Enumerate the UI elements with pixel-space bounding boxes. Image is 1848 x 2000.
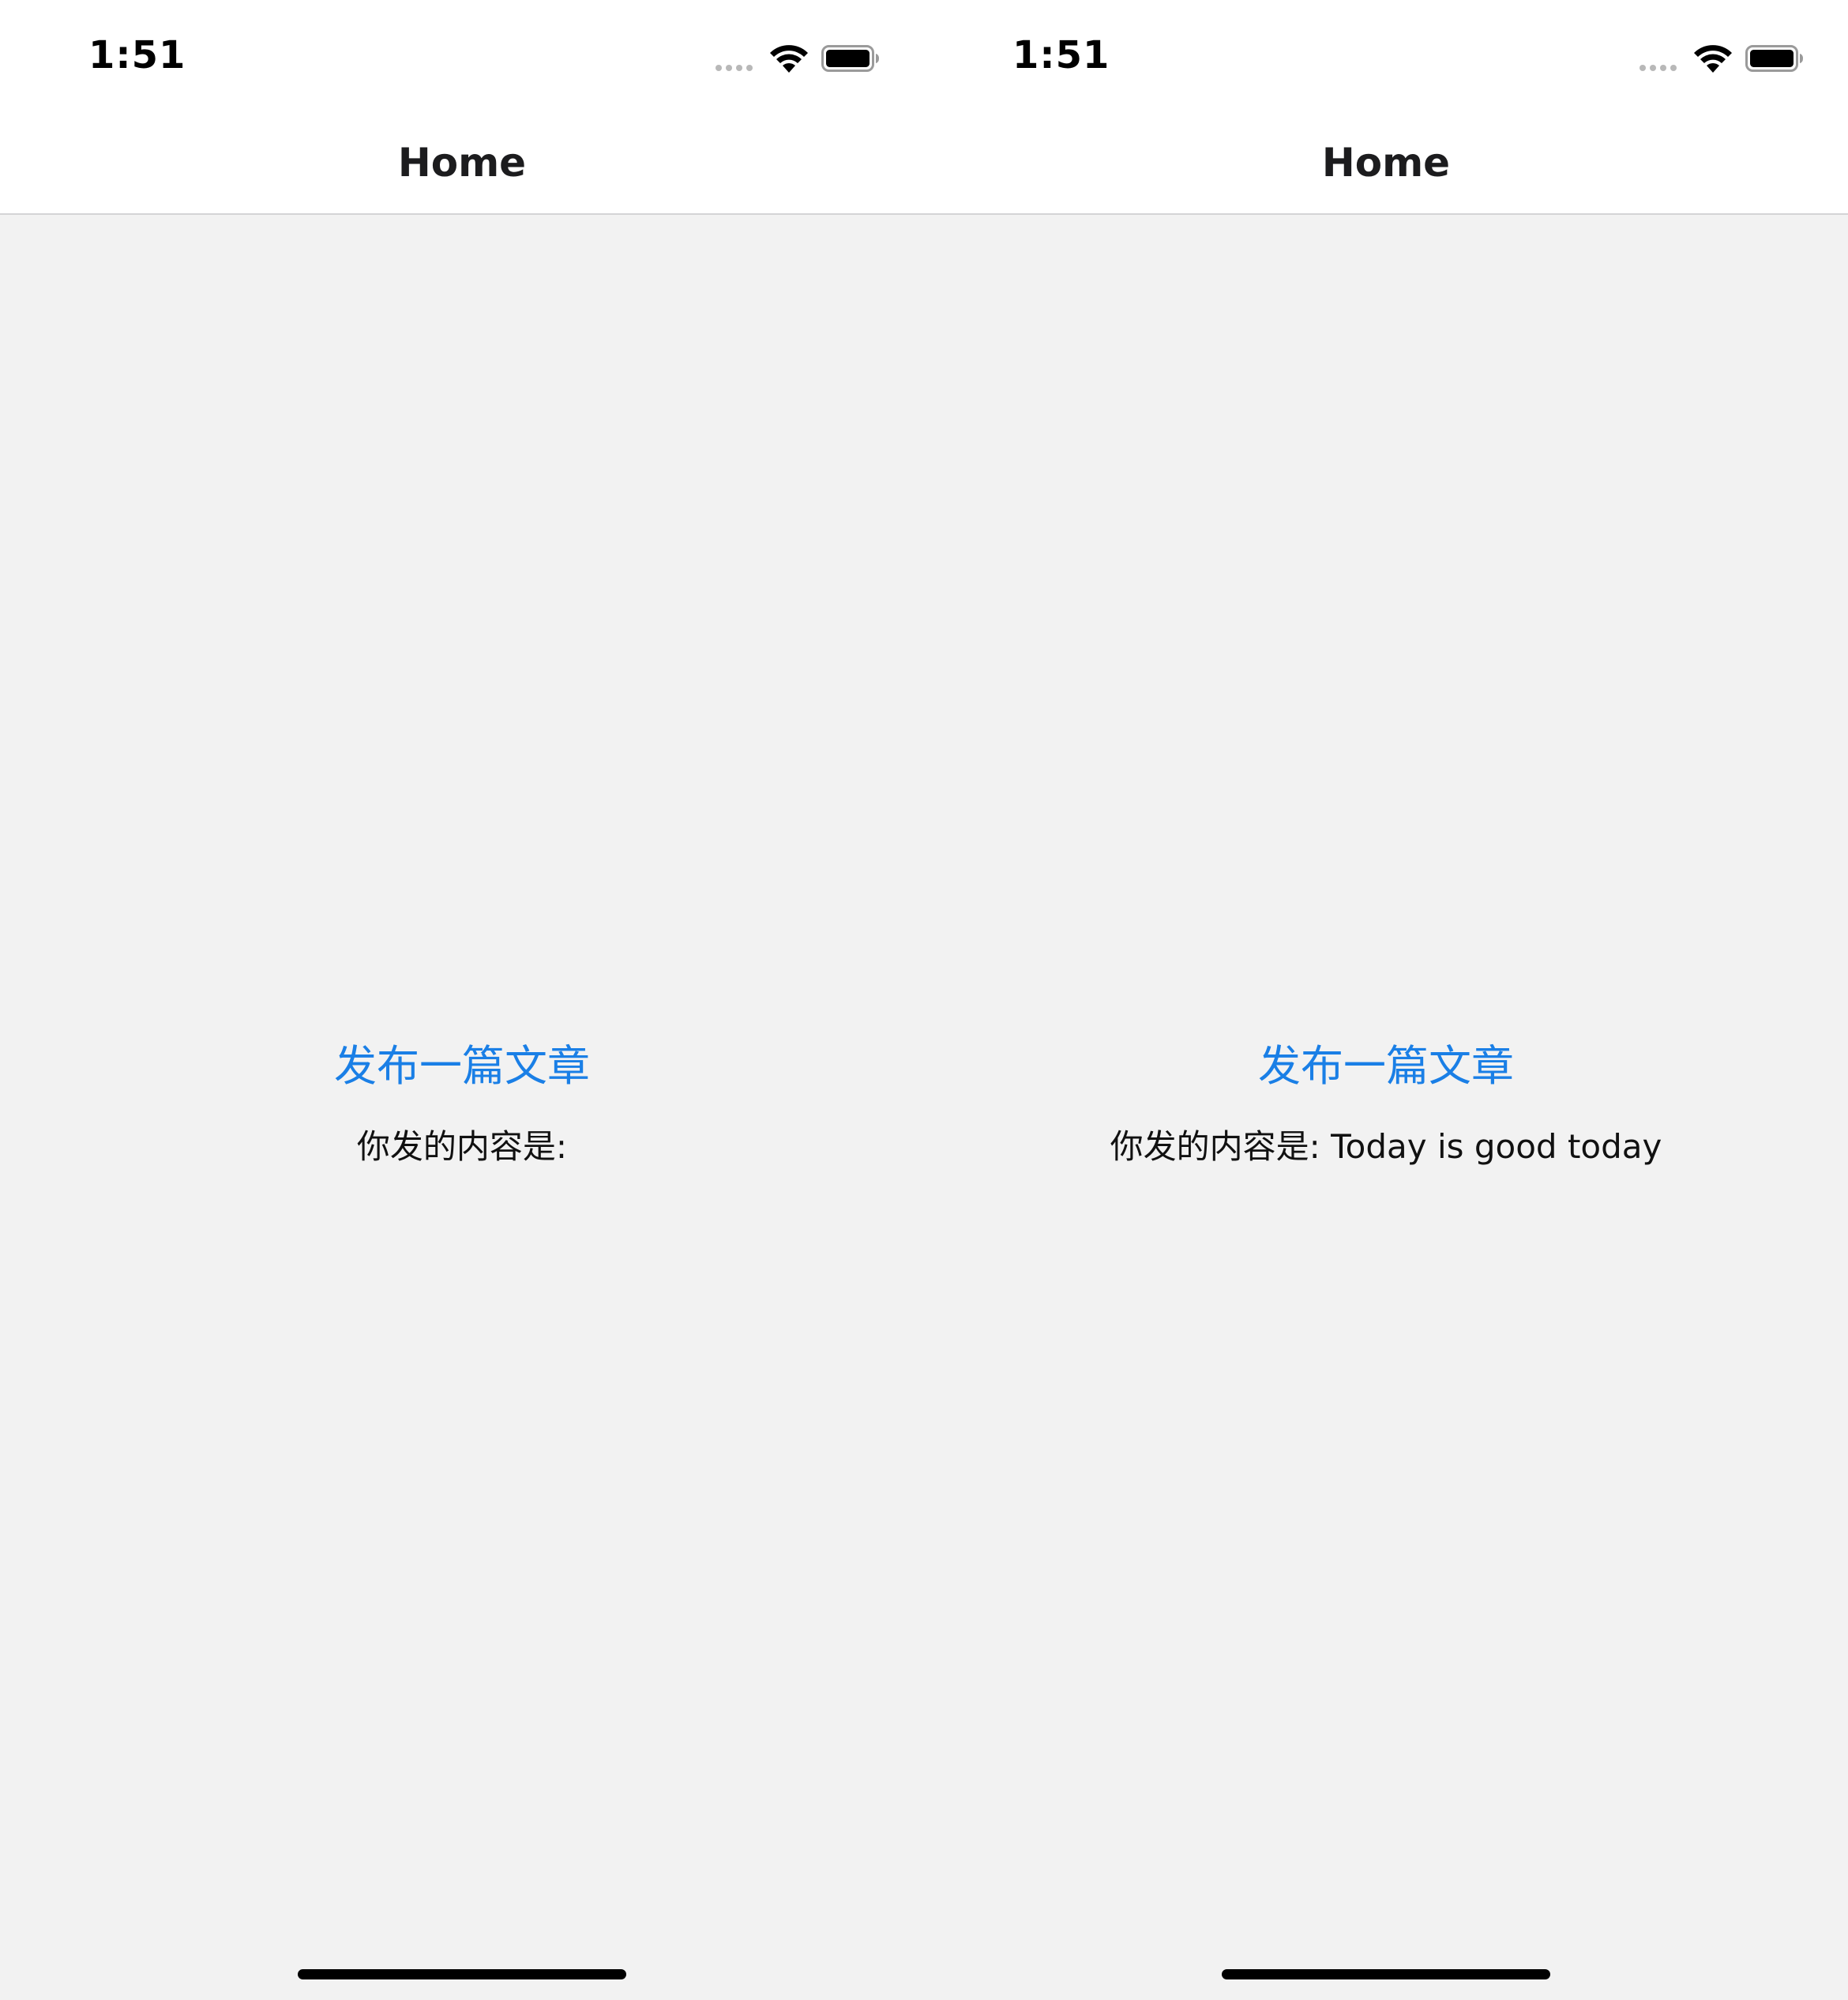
content-value: Today is good today xyxy=(1331,1127,1662,1166)
publish-article-button[interactable]: 发布一篇文章 xyxy=(0,1041,924,1092)
home-indicator[interactable] xyxy=(298,1969,626,1979)
page-title: Home xyxy=(1321,140,1451,186)
status-bar-time: 1:51 xyxy=(88,33,186,77)
navigation-header: 1:51 Home xyxy=(0,0,924,215)
phone-screen-after: 1:51 Home 发布一篇文章 你发的内容是: Today is good t… xyxy=(924,0,1848,2000)
content-label: 你发的内容是: xyxy=(1110,1127,1320,1166)
screens-container: 1:51 Home 发布一篇文章 你发的内容是: 1:51 Home 发布一篇文… xyxy=(0,0,1848,2000)
status-bar-time: 1:51 xyxy=(1012,33,1110,77)
wifi-icon xyxy=(1694,45,1732,73)
published-content-text: 你发的内容是: xyxy=(0,1126,924,1167)
wifi-icon xyxy=(770,45,808,73)
published-content-text: 你发的内容是: Today is good today xyxy=(924,1126,1848,1167)
phone-screen-before: 1:51 Home 发布一篇文章 你发的内容是: xyxy=(0,0,924,2000)
page-title: Home xyxy=(397,140,527,186)
battery-icon xyxy=(1745,45,1803,72)
home-indicator[interactable] xyxy=(1222,1969,1550,1979)
content-label: 你发的内容是: xyxy=(356,1127,568,1166)
publish-article-button[interactable]: 发布一篇文章 xyxy=(924,1041,1848,1092)
cellular-signal-icon xyxy=(716,65,753,71)
cellular-signal-icon xyxy=(1640,65,1677,71)
navigation-header: 1:51 Home xyxy=(924,0,1848,215)
battery-icon xyxy=(821,45,879,72)
